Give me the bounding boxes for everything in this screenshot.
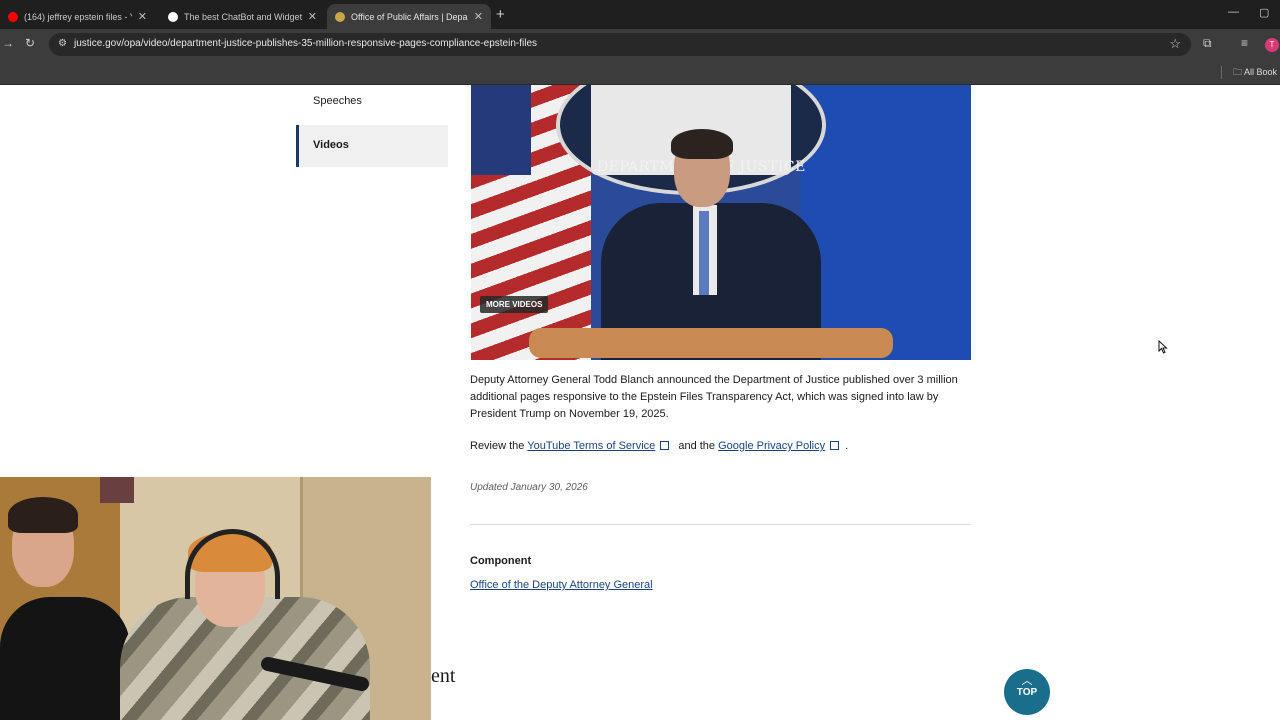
extensions-icon[interactable]: ⧉	[1203, 36, 1212, 51]
sidenav-item-videos[interactable]: Videos	[296, 125, 448, 167]
browser-tab-bar: (164) jeffrey epstein files - YouT ✕ The…	[0, 0, 1280, 29]
video-player[interactable]: DEPARTMENT OF JUSTICE MORE VIDEOS	[471, 85, 971, 360]
youtube-terms-link[interactable]: YouTube Terms of Service	[527, 440, 655, 452]
chatbot-favicon-icon	[168, 11, 178, 22]
browser-tab-doj[interactable]: Office of Public Affairs | Depart ✕	[327, 4, 491, 29]
folder-icon: 🗀	[1233, 67, 1243, 77]
podium-image	[529, 328, 893, 358]
doj-favicon-icon	[335, 11, 345, 22]
bookmark-star-icon[interactable]: ☆	[1169, 36, 1181, 52]
component-link[interactable]: Office of the Deputy Attorney General	[470, 579, 653, 591]
maximize-icon[interactable]: ▢	[1259, 6, 1269, 19]
external-link-icon	[830, 441, 840, 450]
profile-avatar[interactable]: T	[1265, 38, 1279, 52]
google-privacy-link[interactable]: Google Privacy Policy	[718, 440, 825, 452]
forward-icon[interactable]: →	[2, 36, 14, 50]
close-tab-icon[interactable]: ✕	[138, 10, 147, 23]
browser-tab-chatbot[interactable]: The best ChatBot and Widgets ✕	[160, 4, 325, 29]
section-heading: ent	[431, 665, 456, 687]
back-to-top-button[interactable]: ︿ TOP	[1004, 669, 1050, 715]
sidenav-item-label: Videos	[313, 139, 349, 151]
sidenav-item-speeches[interactable]: Speeches	[313, 95, 362, 107]
close-tab-icon[interactable]: ✕	[308, 10, 317, 23]
streamer-left-hair	[8, 497, 78, 533]
url-text[interactable]: justice.gov/opa/video/department-justice…	[74, 38, 537, 49]
close-tab-icon[interactable]: ✕	[474, 10, 483, 23]
chevron-up-icon: ︿	[1021, 675, 1033, 687]
divider	[470, 524, 971, 525]
review-terms-line: Review the YouTube Terms of Service and …	[470, 440, 849, 452]
doj-flag-image	[801, 85, 971, 360]
reload-icon[interactable]: ↻	[25, 36, 35, 50]
bookmarks-bar: 🗀 All Book	[0, 60, 1280, 85]
youtube-favicon-icon	[8, 11, 18, 22]
browser-tab-youtube[interactable]: (164) jeffrey epstein files - YouT ✕	[0, 4, 155, 29]
webcam-overlay	[0, 477, 431, 720]
external-link-icon	[660, 441, 670, 450]
updated-date: Updated January 30, 2026	[470, 482, 588, 493]
divider	[1221, 66, 1222, 79]
streamer-left-body	[0, 597, 130, 720]
more-videos-button[interactable]: MORE VIDEOS	[480, 296, 549, 313]
all-bookmarks-button[interactable]: 🗀 All Book	[1233, 65, 1277, 81]
minimize-icon[interactable]: —	[1228, 6, 1239, 18]
address-toolbar: → ↻ ⚙ justice.gov/opa/video/department-j…	[0, 29, 1280, 60]
plus-icon[interactable]: +	[496, 6, 505, 23]
speaker-hair	[671, 129, 733, 159]
speaker-tie	[699, 211, 709, 295]
video-description: Deputy Attorney General Todd Blanch anno…	[470, 374, 958, 420]
site-info-icon[interactable]: ⚙	[58, 38, 69, 49]
mouse-cursor-icon	[1158, 340, 1168, 354]
component-heading: Component	[470, 555, 532, 567]
media-controls-icon[interactable]: ≡	[1241, 36, 1248, 50]
address-bar[interactable]: ⚙ justice.gov/opa/video/department-justi…	[49, 33, 1191, 56]
wall-poster	[100, 477, 134, 503]
